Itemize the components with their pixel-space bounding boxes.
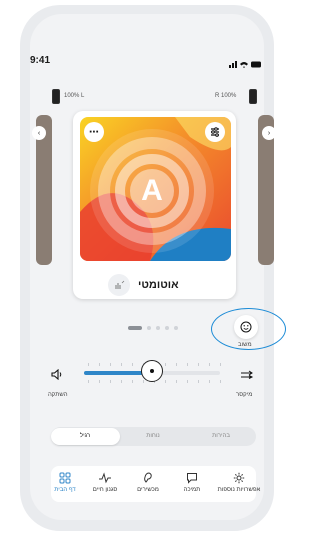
nav-support[interactable]: תמיכה [171, 472, 213, 493]
volume-slider-thumb[interactable] [141, 360, 163, 382]
slider-tick [110, 380, 111, 383]
slider-tick [220, 380, 221, 383]
gear-icon [233, 472, 245, 484]
left-battery-label: 100% L [64, 93, 85, 99]
nav-lifestyle-label: סגנון חיים [92, 487, 118, 493]
nav-more[interactable]: אפשרויות נוספות [216, 472, 262, 493]
slider-tick [198, 363, 199, 366]
equalizer-button[interactable] [205, 122, 225, 142]
nav-more-label: אפשרויות נוספות [217, 487, 261, 493]
speaker-icon [51, 368, 62, 381]
slider-tick [165, 363, 166, 366]
pulse-icon [99, 472, 111, 484]
slider-tick [132, 380, 133, 383]
program-artwork: A ⋯ [80, 117, 231, 261]
slider-tick [187, 363, 188, 366]
mute-label: השתקה [48, 392, 68, 398]
home-grid-icon [59, 472, 71, 484]
program-title: אוטומטי [138, 279, 179, 291]
program-letter: A [141, 174, 163, 207]
slider-tick [88, 380, 89, 383]
mixer-arrows-icon [241, 370, 254, 379]
slider-tick [99, 380, 100, 383]
slider-tick [110, 363, 111, 366]
status-time: 9:41 [30, 55, 51, 66]
previous-program-card[interactable]: ‹ [32, 115, 52, 265]
nav-lifestyle[interactable]: סגנון חיים [84, 472, 126, 493]
segment-normal[interactable]: רגיל [51, 427, 119, 446]
segment-comfort[interactable]: נוחות [119, 427, 187, 446]
mixer-label: מיקסר [236, 392, 253, 398]
right-battery-label: R 100% [215, 93, 237, 99]
slider-tick [99, 363, 100, 366]
slider-tick [121, 380, 122, 383]
slider-tick [220, 363, 221, 366]
page-indicator-active [128, 326, 142, 330]
sliders-icon [211, 127, 219, 137]
slider-tick [187, 380, 188, 383]
nav-devices-label: מכשירים [137, 487, 159, 493]
slider-tick [143, 380, 144, 383]
nav-home-label: דף הבית [54, 487, 76, 493]
page-indicator-dot [156, 326, 160, 330]
status-icons [229, 56, 263, 74]
ellipsis-icon: ⋯ [89, 126, 99, 138]
page-indicator-dot [174, 326, 178, 330]
mixer-button[interactable] [240, 367, 254, 385]
slider-tick [176, 380, 177, 383]
segment-clarity[interactable]: בהירות [187, 427, 255, 446]
mute-button[interactable] [51, 367, 64, 385]
slider-tick [209, 380, 210, 383]
page-indicator-dot [147, 326, 151, 330]
page-indicator-dot [165, 326, 169, 330]
nav-support-label: תמיכה [183, 487, 201, 493]
program-type-icon [108, 274, 130, 296]
right-battery-icon [249, 89, 257, 104]
chat-icon [187, 473, 197, 484]
slider-tick [88, 363, 89, 366]
next-program-card[interactable]: › [258, 115, 276, 265]
slider-tick [132, 363, 133, 366]
nav-home[interactable]: דף הבית [44, 472, 86, 493]
hearing-aid-icon [144, 472, 152, 483]
slider-tick [209, 363, 210, 366]
more-options-button[interactable]: ⋯ [84, 122, 104, 142]
nav-devices[interactable]: מכשירים [127, 472, 169, 493]
slider-tick [121, 363, 122, 366]
slider-tick [165, 380, 166, 383]
highlight-ring [211, 308, 286, 350]
slider-tick [176, 363, 177, 366]
slider-tick [198, 380, 199, 383]
left-battery-icon [52, 89, 60, 104]
